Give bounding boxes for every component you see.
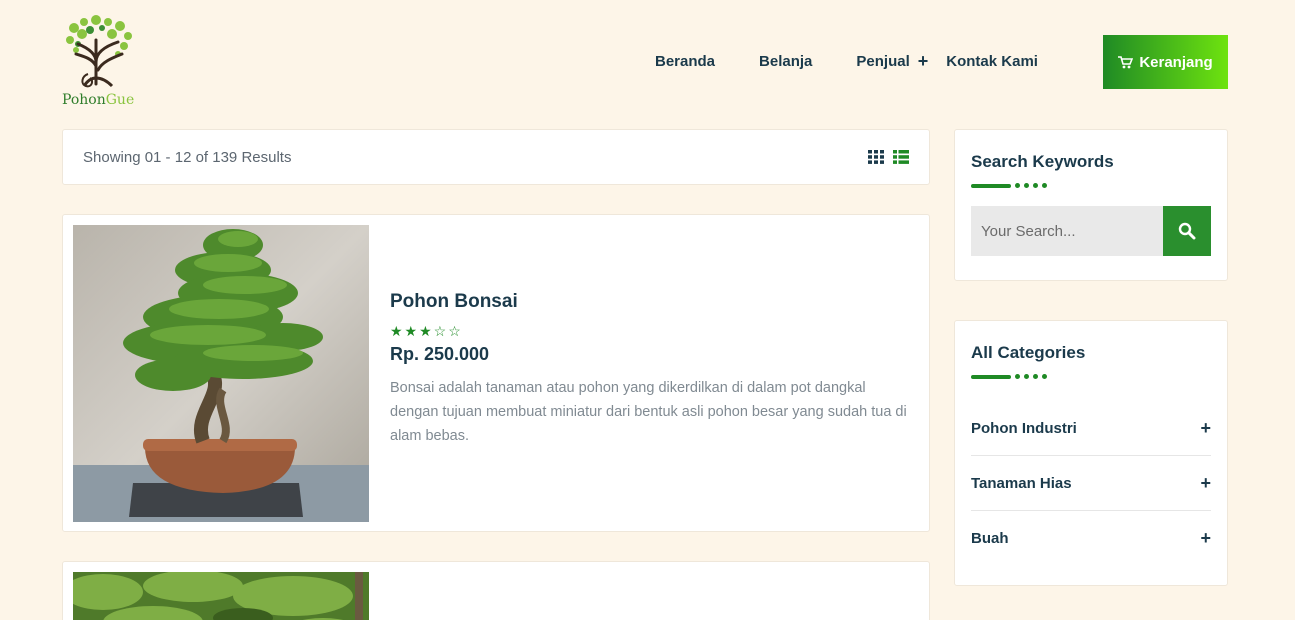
penjual-expand-icon[interactable]: +: [918, 52, 929, 70]
cart-label: Keranjang: [1139, 53, 1213, 71]
product-card[interactable]: [62, 561, 930, 620]
bonsai-photo: [73, 225, 369, 522]
product-card[interactable]: Pohon Bonsai ★★★☆☆ Rp. 250.000 Bonsai ad…: [62, 214, 930, 532]
categories-widget: All Categories Pohon Industri + Tanaman …: [954, 320, 1228, 586]
title-decoration: [971, 183, 1211, 188]
category-item-tanaman-hias[interactable]: Tanaman Hias +: [971, 456, 1211, 511]
product-description: Bonsai adalah tanaman atau pohon yang di…: [390, 380, 907, 444]
tree-logo-icon: [66, 15, 132, 88]
product-name[interactable]: Pohon Bonsai: [390, 291, 910, 313]
grid-view-icon[interactable]: [868, 150, 884, 164]
search-title: Search Keywords: [971, 152, 1114, 171]
brand-name-part1: Pohon: [62, 92, 106, 108]
expand-icon[interactable]: +: [1200, 418, 1211, 439]
category-label: Pohon Industri: [971, 419, 1077, 437]
category-label: Tanaman Hias: [971, 474, 1072, 492]
title-decoration: [971, 374, 1211, 379]
cart-button[interactable]: Keranjang: [1103, 35, 1228, 89]
category-item-pohon-industri[interactable]: Pohon Industri +: [971, 401, 1211, 456]
search-button[interactable]: [1163, 206, 1211, 256]
view-toggle: [868, 150, 909, 164]
search-icon: [1178, 222, 1196, 240]
cart-icon: [1118, 55, 1134, 68]
product-image[interactable]: [73, 225, 369, 522]
results-count: Showing 01 - 12 of 139 Results: [83, 148, 292, 166]
category-label: Buah: [971, 530, 1009, 547]
product-price: Rp. 250.000: [390, 344, 490, 364]
expand-icon[interactable]: +: [1200, 473, 1211, 494]
results-bar: Showing 01 - 12 of 139 Results: [62, 129, 930, 185]
product-info: Pohon Bonsai ★★★☆☆ Rp. 250.000 Bonsai ad…: [390, 291, 910, 448]
product-rating: ★★★☆☆: [390, 323, 463, 339]
tree-photo: [73, 572, 369, 620]
nav-item-kontak-kami[interactable]: Kontak Kami: [946, 53, 1038, 70]
brand-name-part2: Gue: [105, 92, 135, 108]
nav-item-penjual[interactable]: Penjual: [856, 53, 909, 70]
nav-item-belanja[interactable]: Belanja: [759, 53, 812, 70]
brand-logo[interactable]: PohonGue: [62, 14, 142, 110]
search-input[interactable]: [971, 206, 1163, 256]
brand-name: PohonGue: [62, 92, 134, 108]
category-list: Pohon Industri + Tanaman Hias + Buah +: [971, 401, 1211, 566]
expand-icon[interactable]: +: [1200, 528, 1211, 549]
search-form: [971, 206, 1211, 256]
category-item-buah[interactable]: Buah +: [971, 511, 1211, 566]
search-widget: Search Keywords: [954, 129, 1228, 281]
main-nav: Beranda Belanja Penjual + Kontak Kami: [655, 52, 1038, 70]
categories-title: All Categories: [971, 343, 1086, 362]
nav-item-beranda[interactable]: Beranda: [655, 53, 715, 70]
list-view-icon[interactable]: [893, 150, 909, 164]
product-image[interactable]: [73, 572, 369, 620]
